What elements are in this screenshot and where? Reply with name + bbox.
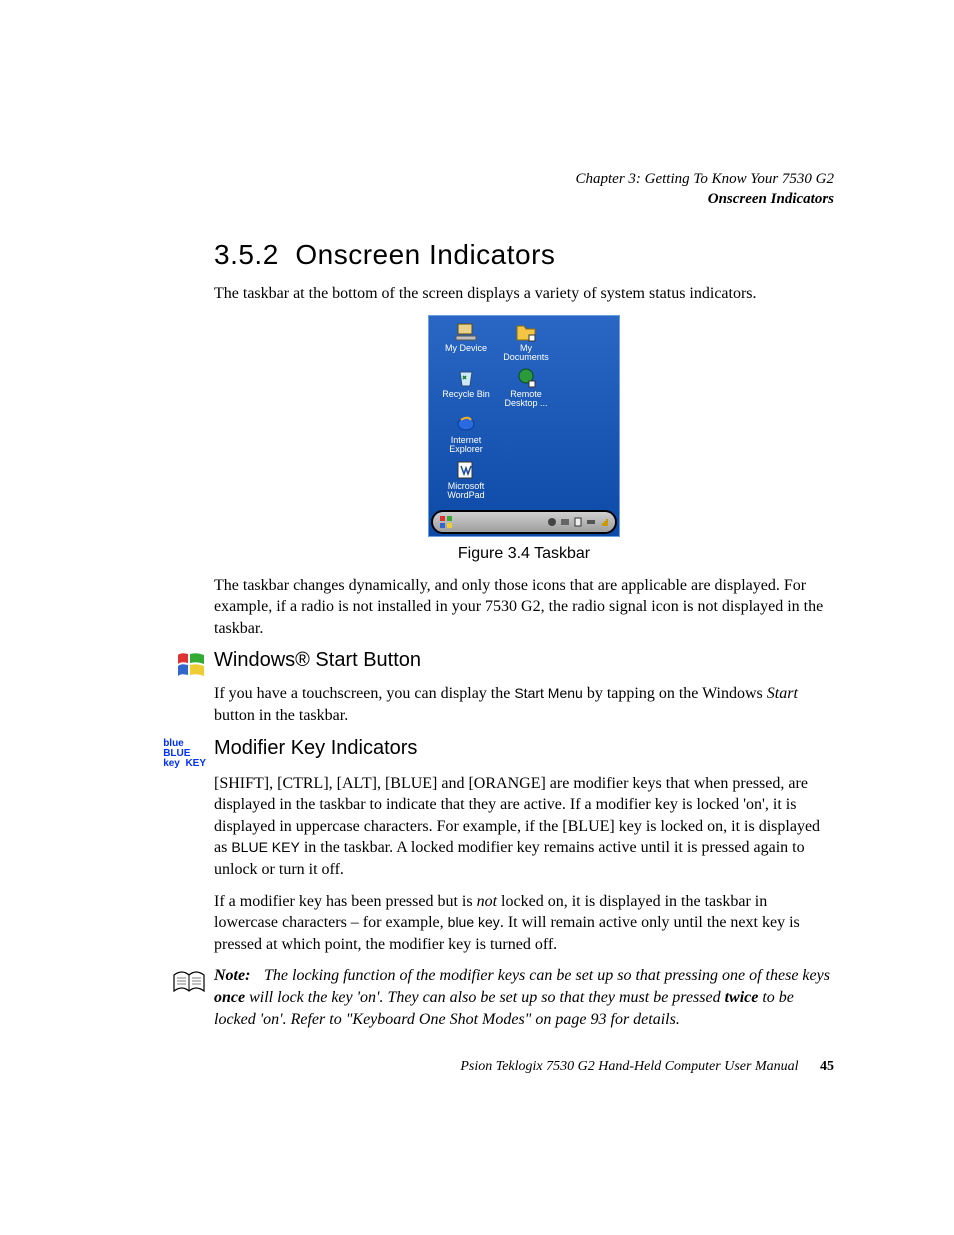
tray-icon [560,517,570,527]
start-menu-label: Start Menu [514,685,582,701]
desktop-icon-my-documents: My Documents [497,320,555,364]
modifier-p2: If a modifier key has been pressed but i… [214,891,834,956]
section-title: Onscreen Indicators [295,239,555,270]
figure-taskbar: My Device My Documents Recycle Bin Remot… [214,315,834,537]
note-block: Note: The locking function of the modifi… [170,965,834,1030]
system-tray [547,517,615,527]
taskbar-oval [431,510,617,534]
tray-icon [599,517,609,527]
tray-icon [547,517,557,527]
section-label: Onscreen Indicators [170,190,834,210]
tray-icon [573,517,583,527]
page-number: 45 [820,1059,834,1074]
blue-key-lower: blue key [448,914,500,930]
page-header: Chapter 3: Getting To Know Your 7530 G2 … [170,170,834,209]
windows-start-heading: Windows® Start Button [214,649,421,672]
modifier-p1: [SHIFT], [CTRL], [ALT], [BLUE] and [ORAN… [214,773,834,881]
section-number: 3.5.2 [214,239,279,270]
section-heading: 3.5.2 Onscreen Indicators [214,239,834,271]
tray-icon [586,517,596,527]
page-footer: Psion Teklogix 7530 G2 Hand-Held Compute… [460,1059,834,1075]
desktop-icon-ie: Internet Explorer [437,412,495,456]
blue-key-upper: BLUE KEY [231,839,299,855]
desktop-icon-remote-desktop: Remote Desktop ... [497,366,555,410]
modifier-key-icon: blue BLUE key KEY [170,737,206,769]
modifier-heading: Modifier Key Indicators [214,737,417,760]
figure-caption: Figure 3.4 Taskbar [214,545,834,563]
desktop-icon-recycle-bin: Recycle Bin [437,366,495,410]
note-text: Note: The locking function of the modifi… [214,965,834,1030]
intro-text: The taskbar at the bottom of the screen … [214,283,834,305]
windows-start-text: If you have a touchscreen, you can displ… [214,683,834,726]
desktop-icon-wordpad: Microsoft WordPad [437,458,495,502]
para-taskbar-dynamic: The taskbar changes dynamically, and onl… [214,575,834,640]
windows-logo-icon [170,649,206,679]
ce-desktop-screenshot: My Device My Documents Recycle Bin Remot… [428,315,620,537]
book-icon [170,965,206,1030]
start-button-area [433,512,453,532]
footer-text: Psion Teklogix 7530 G2 Hand-Held Compute… [460,1059,798,1074]
windows-logo-icon [439,515,453,529]
chapter-label: Chapter 3: Getting To Know Your 7530 G2 [170,170,834,190]
desktop-icon-my-device: My Device [437,320,495,364]
